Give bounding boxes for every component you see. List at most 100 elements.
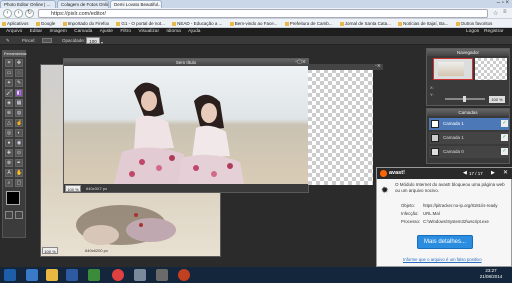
menu-item[interactable]: Visualizar bbox=[138, 28, 159, 36]
primary-color-swatch[interactable] bbox=[6, 191, 20, 205]
window-controls[interactable]: – ▫ × bbox=[482, 0, 512, 8]
layer-label: Camada 1 bbox=[443, 121, 464, 126]
checkbox-icon[interactable]: ✓ bbox=[501, 120, 508, 127]
bookmark[interactable]: Jornal de Santa Cata... bbox=[338, 19, 391, 27]
zoom-slider[interactable] bbox=[445, 96, 485, 102]
menu-item[interactable]: Arquivo bbox=[6, 28, 22, 36]
menu-item[interactable]: Idioma bbox=[166, 28, 180, 36]
bookmark[interactable]: Aplicativos bbox=[0, 19, 29, 27]
colorpicker-icon[interactable]: ✒ bbox=[15, 159, 23, 167]
more-details-button[interactable]: Mais detalhes... bbox=[417, 235, 473, 249]
bookmark[interactable]: Bem-vindo ao Face... bbox=[228, 19, 278, 27]
forward-icon[interactable]: › bbox=[14, 9, 23, 18]
bookmark[interactable]: NEAD - Educação a ... bbox=[170, 19, 222, 27]
app2-icon[interactable] bbox=[156, 269, 168, 281]
browser-tab[interactable]: Photo Editor Online | ... bbox=[0, 0, 56, 8]
objeto-value: https://pitracker.no-ip.org/8181/is-read… bbox=[423, 203, 498, 208]
layer-row[interactable]: Camada 0 ✓ bbox=[429, 146, 509, 158]
address-bar[interactable]: https://pixlr.com/editor/ bbox=[38, 9, 488, 18]
explorer-icon[interactable] bbox=[46, 269, 58, 281]
menu-icon[interactable]: ≡ bbox=[503, 9, 511, 17]
pencil-icon[interactable]: ✎ bbox=[15, 79, 23, 87]
bookmark[interactable]: Importado do Firefox bbox=[61, 19, 110, 27]
crop-icon[interactable]: ⌗ bbox=[5, 59, 13, 67]
bookmark[interactable]: Outros favoritos bbox=[454, 19, 493, 27]
smudge-icon[interactable]: ☝ bbox=[15, 119, 23, 127]
next-icon[interactable]: ▶ bbox=[491, 168, 495, 179]
menu-item[interactable]: Ajuda bbox=[188, 28, 200, 36]
type-icon[interactable]: A bbox=[5, 169, 13, 177]
navigator-thumbnail[interactable] bbox=[433, 58, 473, 80]
sharpen-icon[interactable]: △ bbox=[5, 119, 13, 127]
app3-icon[interactable] bbox=[178, 269, 190, 281]
ie-icon[interactable] bbox=[26, 269, 38, 281]
zoom-icon[interactable]: ⌕ bbox=[5, 179, 13, 187]
layer-label: Camada 1 bbox=[443, 135, 464, 140]
app-icon[interactable] bbox=[134, 269, 146, 281]
menu-item[interactable]: Editar bbox=[30, 28, 43, 36]
zoom-slider-handle[interactable] bbox=[463, 96, 466, 102]
windows-start-icon[interactable] bbox=[4, 269, 16, 281]
eraser-icon[interactable]: ◧ bbox=[15, 89, 23, 97]
sponge-icon[interactable]: ◎ bbox=[5, 129, 13, 137]
hand-icon[interactable]: ✋ bbox=[15, 169, 23, 177]
wand-icon[interactable]: ✦ bbox=[5, 79, 13, 87]
close-icon[interactable]: ✕ bbox=[503, 168, 508, 179]
gradient-icon[interactable]: ▦ bbox=[15, 99, 23, 107]
swap-colors-icon[interactable] bbox=[5, 211, 13, 219]
processo-value: C:\Windows\System32\wscript.exe bbox=[423, 219, 489, 224]
media-icon[interactable] bbox=[88, 269, 100, 281]
logon-link[interactable]: Logon bbox=[466, 28, 479, 36]
blur-icon[interactable]: ◍ bbox=[15, 109, 23, 117]
document-zoom[interactable]: 100 % bbox=[65, 185, 81, 192]
navigator-zoom[interactable]: 100 % bbox=[489, 96, 505, 103]
pinch-icon[interactable]: ⊗ bbox=[5, 159, 13, 167]
marquee-icon[interactable]: ▭ bbox=[5, 69, 13, 77]
prev-icon[interactable]: ◀ bbox=[463, 168, 467, 179]
window-buttons-icon[interactable]: ▫▢⨯ bbox=[295, 59, 306, 66]
shape-icon[interactable]: ▢ bbox=[15, 179, 23, 187]
background-zoom[interactable]: 100 % bbox=[42, 247, 58, 254]
back-icon[interactable]: ‹ bbox=[3, 9, 12, 18]
register-link[interactable]: Registrar bbox=[484, 28, 503, 36]
layer-row[interactable]: Camada 1 ✓ bbox=[429, 132, 509, 144]
avast-logo-icon bbox=[380, 170, 387, 177]
spot-heal-icon[interactable]: ✚ bbox=[5, 149, 13, 157]
bucket-icon[interactable]: ◈ bbox=[5, 99, 13, 107]
burn-icon[interactable]: ● bbox=[5, 139, 13, 147]
checkbox-icon[interactable]: ✓ bbox=[501, 134, 508, 141]
chevron-down-icon[interactable]: ▾ bbox=[101, 38, 106, 45]
layer-row[interactable]: Camada 1 ✓ bbox=[429, 118, 509, 130]
bloat-icon[interactable]: ⊙ bbox=[15, 149, 23, 157]
menu-item[interactable]: Ajuste bbox=[100, 28, 113, 36]
move-icon[interactable]: ✥ bbox=[15, 59, 23, 67]
bookmark[interactable]: Prefeitura de Camb... bbox=[283, 19, 333, 27]
document-window[interactable]: Sem título ▫▢⨯ 100 % 640x3X7 px bbox=[63, 58, 309, 193]
checkbox-icon[interactable]: ✓ bbox=[501, 148, 508, 155]
clone-icon[interactable]: ⊕ bbox=[5, 109, 13, 117]
clock[interactable]: 23:27 21/08/2014 bbox=[472, 268, 510, 280]
menu-item[interactable]: Imagem bbox=[49, 28, 66, 36]
menu-item[interactable]: Camada bbox=[74, 28, 92, 36]
bookmark[interactable]: G1 - O portal de not... bbox=[114, 19, 165, 27]
word-icon[interactable] bbox=[66, 269, 78, 281]
lasso-icon[interactable]: ◌ bbox=[15, 69, 23, 77]
chrome-icon[interactable] bbox=[112, 269, 124, 281]
browser-tab[interactable]: Colagem de Fotos Online bbox=[57, 0, 109, 8]
redeye-icon[interactable]: ◉ bbox=[15, 139, 23, 147]
bookmark[interactable]: Google bbox=[34, 19, 56, 27]
dodge-icon[interactable]: ◐ bbox=[15, 129, 23, 137]
bookmark[interactable]: Notícias de Itajaí, Ba... bbox=[396, 19, 448, 27]
objeto-label: Objeto: bbox=[401, 203, 415, 208]
false-positive-link[interactable]: Informe que o arquivo é um falso positiv… bbox=[403, 257, 482, 262]
star-icon[interactable]: ☆ bbox=[493, 10, 501, 17]
reset-colors-icon[interactable] bbox=[15, 211, 23, 219]
reload-icon[interactable]: ↻ bbox=[25, 9, 34, 18]
brush-picker[interactable] bbox=[42, 38, 52, 43]
canvas-window-buttons-icon[interactable]: ▫⨯ bbox=[375, 63, 381, 69]
browser-tab[interactable]: Demi Lovato Beautiful... bbox=[110, 0, 162, 8]
menu-item[interactable]: Filtro bbox=[120, 28, 131, 36]
date: 21/08/2014 bbox=[479, 274, 503, 279]
brush-tool-icon[interactable]: 🖌 bbox=[5, 89, 13, 97]
opacity-field[interactable]: 100 bbox=[86, 37, 100, 44]
